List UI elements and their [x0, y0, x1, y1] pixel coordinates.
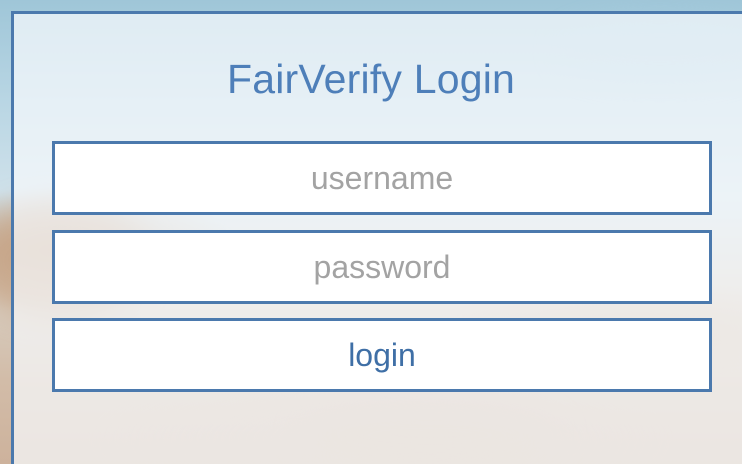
password-field[interactable]	[52, 230, 712, 304]
login-button[interactable]: login	[52, 318, 712, 392]
username-field[interactable]	[52, 141, 712, 215]
login-title: FairVerify Login	[226, 56, 516, 102]
